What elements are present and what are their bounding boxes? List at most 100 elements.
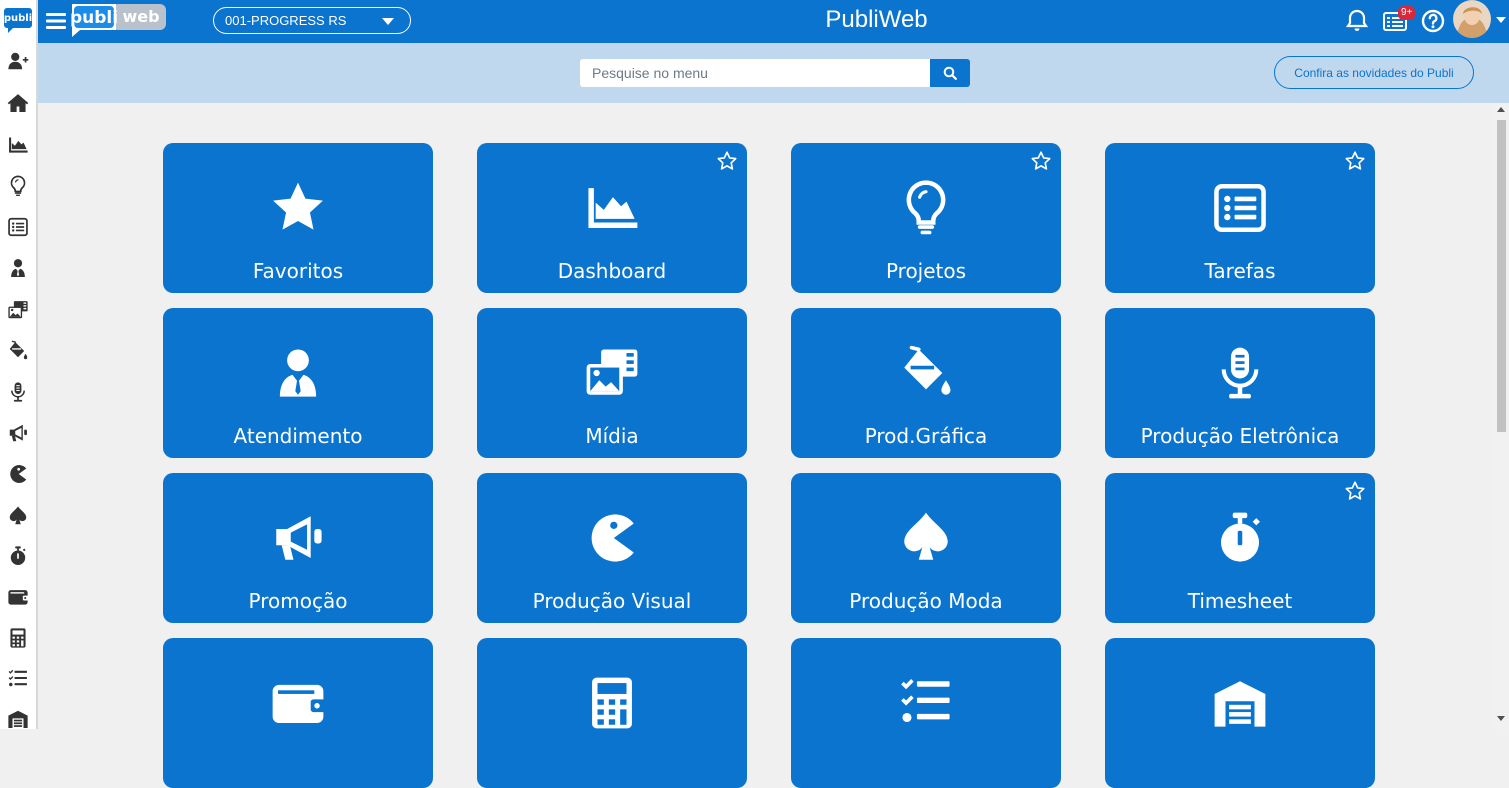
tile-label: Dashboard [557, 259, 667, 283]
sidebar-item-microphone[interactable] [4, 377, 32, 407]
favorite-star-icon[interactable] [1030, 150, 1052, 172]
spade-icon [7, 505, 29, 527]
tile-label: Mídia [585, 424, 639, 448]
search-input[interactable] [580, 59, 932, 87]
tile-label: Favoritos [252, 259, 344, 283]
module-tile-dashboard[interactable]: Dashboard [477, 143, 747, 293]
sidebar-item-fill-drip[interactable] [4, 336, 32, 366]
tile-label: Prod.Gráfica [864, 424, 988, 448]
sidebar-item-stopwatch[interactable] [4, 541, 32, 571]
warehouse-icon [7, 708, 29, 730]
pacman-icon [577, 503, 647, 573]
user-tie-icon [263, 338, 333, 408]
news-button[interactable]: Confira as novidades do Publi [1274, 56, 1474, 89]
sidebar-item-tasks[interactable] [4, 664, 32, 694]
fill-drip-icon [891, 338, 961, 408]
sidebar-item-pacman[interactable] [4, 459, 32, 489]
add-user-icon [7, 50, 29, 72]
scroll-up-arrow-icon[interactable] [1497, 107, 1505, 112]
module-tile-tasks[interactable] [791, 638, 1061, 788]
sidebar-item-lightbulb[interactable] [4, 171, 32, 201]
tasks-icon [7, 668, 29, 690]
sidebar-item-wallet[interactable] [4, 582, 32, 612]
tile-label: Produção Moda [849, 589, 1003, 613]
sidebar-item-list-alt[interactable] [4, 212, 32, 242]
search-icon [943, 66, 957, 80]
company-select[interactable]: 001-PROGRESS RS [213, 7, 411, 34]
tile-label: Produção Visual [532, 589, 692, 613]
sidebar-item-area-chart[interactable] [4, 130, 32, 160]
favorite-star-icon[interactable] [1344, 150, 1366, 172]
home-icon [7, 92, 29, 114]
sidebar-item-photo-video[interactable] [4, 295, 32, 325]
tile-label: Atendimento [233, 424, 363, 448]
sidebar-item-bullhorn[interactable] [4, 418, 32, 448]
tasks-icon [891, 668, 961, 738]
favorite-star-icon[interactable] [716, 150, 738, 172]
sidebar-item-user-tie[interactable] [4, 253, 32, 283]
tile-label: Projetos [885, 259, 967, 283]
sidebar-item-spade[interactable] [4, 501, 32, 531]
svg-text:publi: publi [70, 8, 118, 28]
module-tile-produ-o-moda[interactable]: Produção Moda [791, 473, 1061, 623]
photo-video-icon [7, 299, 29, 321]
svg-text:web: web [122, 7, 159, 26]
pacman-icon [7, 463, 29, 485]
module-tile-produ-o-eletr-nica[interactable]: Produção Eletrônica [1105, 308, 1375, 458]
search-button[interactable] [930, 59, 970, 87]
module-tile-warehouse[interactable] [1105, 638, 1375, 788]
module-tile-timesheet[interactable]: Timesheet [1105, 473, 1375, 623]
scrollbar-thumb[interactable] [1497, 120, 1506, 432]
module-tile-produ-o-visual[interactable]: Produção Visual [477, 473, 747, 623]
module-tile-m-dia[interactable]: Mídia [477, 308, 747, 458]
bell-icon[interactable] [1344, 8, 1370, 34]
star-icon [263, 173, 333, 243]
top-bar: publi web 001-PROGRESS RS PubliWeb 9+ [38, 0, 1509, 43]
microphone-icon [1205, 338, 1275, 408]
scroll-down-arrow-icon[interactable] [1497, 716, 1505, 721]
chevron-down-icon [382, 18, 394, 25]
module-tile-prod-gr-fica[interactable]: Prod.Gráfica [791, 308, 1061, 458]
search-band: Confira as novidades do Publi [38, 43, 1509, 103]
stopwatch-icon [7, 545, 29, 567]
spade-icon [891, 503, 961, 573]
notification-badge: 9+ [1398, 6, 1416, 20]
lightbulb-icon [891, 173, 961, 243]
rail-logo[interactable]: publi [3, 5, 33, 35]
warehouse-icon [1205, 668, 1275, 738]
module-tile-wallet[interactable] [163, 638, 433, 788]
help-icon[interactable] [1420, 8, 1446, 34]
module-tile-projetos[interactable]: Projetos [791, 143, 1061, 293]
avatar[interactable] [1453, 0, 1491, 38]
favorite-star-icon[interactable] [1344, 480, 1366, 502]
wallet-icon [7, 586, 29, 608]
sidebar-item-home[interactable] [4, 88, 32, 118]
list-alt-icon [7, 216, 29, 238]
calculator-icon [577, 668, 647, 738]
sidebar-item-calculator[interactable] [4, 623, 32, 653]
photo-video-icon [577, 338, 647, 408]
module-tile-atendimento[interactable]: Atendimento [163, 308, 433, 458]
company-select-value: 001-PROGRESS RS [225, 13, 347, 28]
module-tile-favoritos[interactable]: Favoritos [163, 143, 433, 293]
tile-label: Promoção [248, 589, 348, 613]
sidebar-item-warehouse[interactable] [4, 704, 32, 734]
microphone-icon [7, 381, 29, 403]
publiweb-logo[interactable]: publi web [68, 2, 168, 38]
fill-drip-icon [7, 340, 29, 362]
module-tile-promo-o[interactable]: Promoção [163, 473, 433, 623]
sidebar-rail: publi [0, 0, 38, 729]
sidebar-item-add-user[interactable] [4, 46, 32, 76]
wallet-icon [263, 668, 333, 738]
tile-label: Produção Eletrônica [1140, 424, 1340, 448]
stopwatch-icon [1205, 503, 1275, 573]
tile-label: Tarefas [1204, 259, 1276, 283]
avatar-chevron-down-icon[interactable] [1496, 17, 1506, 23]
calculator-icon [7, 627, 29, 649]
menu-icon[interactable] [46, 9, 66, 33]
tile-label: Timesheet [1187, 589, 1293, 613]
lightbulb-icon [7, 175, 29, 197]
bullhorn-icon [7, 422, 29, 444]
module-tile-calculator[interactable] [477, 638, 747, 788]
module-tile-tarefas[interactable]: Tarefas [1105, 143, 1375, 293]
